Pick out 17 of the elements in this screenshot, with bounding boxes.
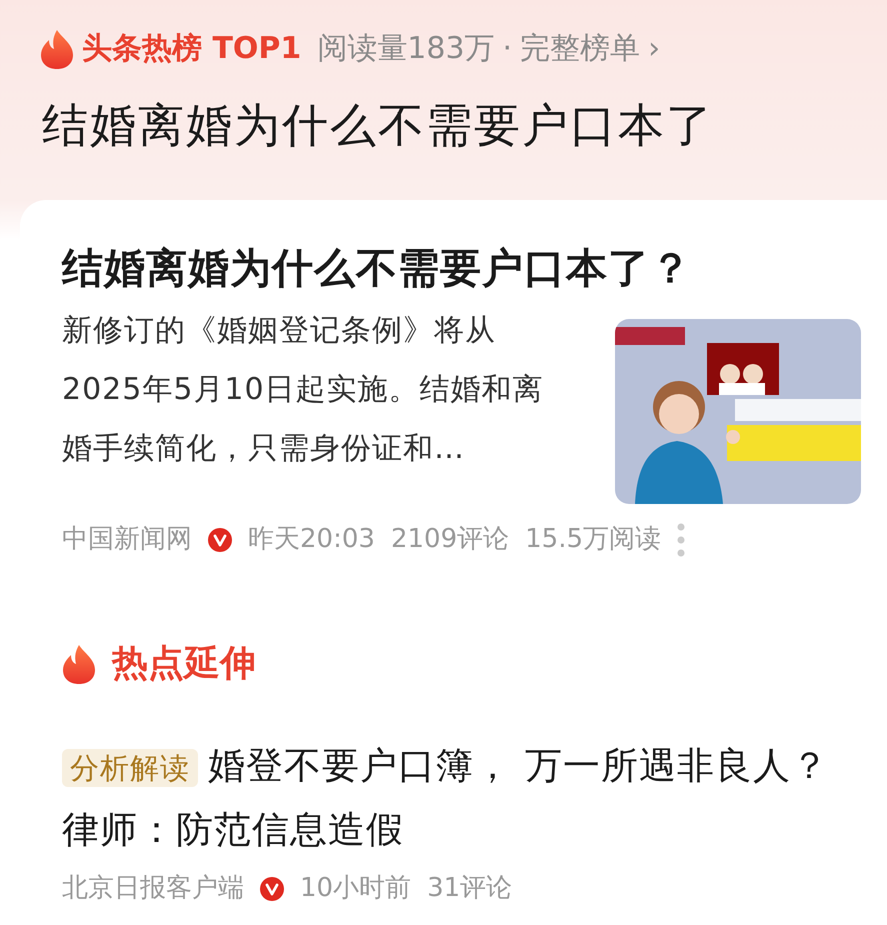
comment-count[interactable]: 31评论 <box>427 869 512 908</box>
source-name[interactable]: 北京日报客户端 <box>62 869 244 908</box>
source-name[interactable]: 中国新闻网 <box>62 520 192 560</box>
hot-list-label: 头条热榜 TOP1 <box>82 30 302 68</box>
section-title: 热点延伸 <box>112 642 256 686</box>
comment-count[interactable]: 2109评论 <box>390 520 510 560</box>
full-list-link[interactable]: 阅读量183万 · 完整榜单 › <box>317 26 660 71</box>
article-title[interactable]: 结婚离婚为什么不需要户口本了？ <box>62 244 861 294</box>
publish-time: 10小时前 <box>300 872 412 906</box>
read-count: 15.5万阅读 <box>525 523 661 556</box>
topic-title: 结婚离婚为什么不需要户口本了 <box>42 97 715 154</box>
more-icon[interactable] <box>677 522 685 557</box>
publish-time: 昨天20:03 <box>248 523 375 556</box>
article-summary: 新修订的《婚姻登记条例》将从2025年5月10日起实施。结婚和离婚手续简化，只需身份证和… <box>62 312 545 468</box>
flame-icon <box>62 644 96 684</box>
flame-icon <box>40 28 74 68</box>
related-article-title[interactable]: 分析解读 婚登不要户口簿， 万一所遇非良人？律师：防范信息造假 <box>62 735 861 862</box>
